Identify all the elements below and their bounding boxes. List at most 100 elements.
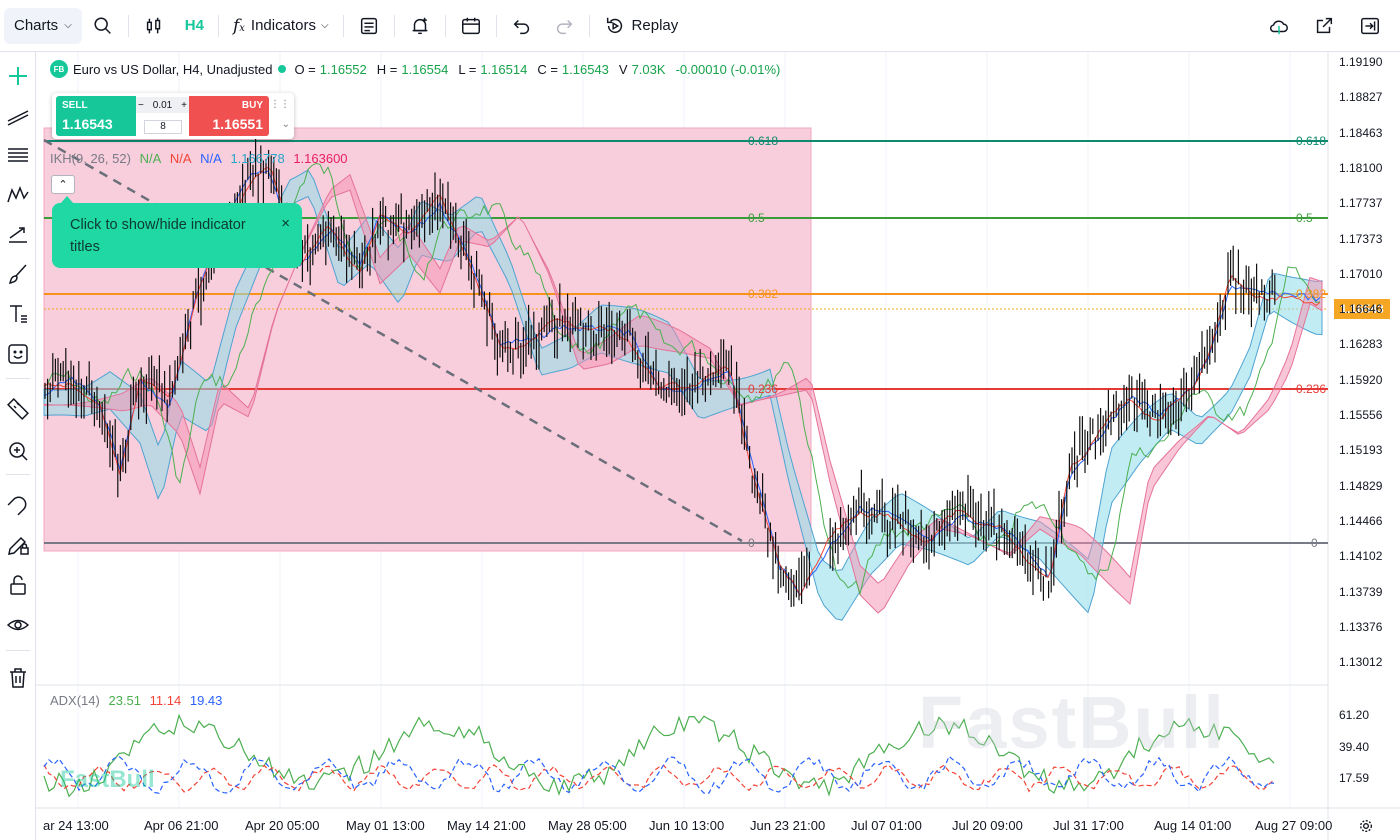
- price-axis-label: 1.14102: [1339, 549, 1383, 564]
- search-button[interactable]: [82, 8, 124, 44]
- indicators-label: Indicators: [250, 17, 316, 34]
- pattern-tool[interactable]: [4, 180, 32, 208]
- time-axis-label: Jun 10 13:00: [649, 818, 725, 833]
- price-axis-label: 1.18463: [1339, 125, 1383, 140]
- adx-legend[interactable]: ADX(14) 23.51 11.14 19.43: [50, 693, 227, 708]
- charts-menu-button[interactable]: Charts ⌵: [4, 7, 82, 44]
- delete-tool[interactable]: [4, 664, 32, 692]
- pattern-icon: [7, 185, 29, 203]
- tooltip-close-icon[interactable]: ×: [281, 215, 290, 232]
- high-value: 1.16554: [401, 61, 449, 77]
- fib-level-label-right: 0.236: [1296, 382, 1327, 396]
- replay-label: Replay: [631, 17, 679, 34]
- price-axis-label: 1.13012: [1339, 655, 1383, 670]
- calendar-button[interactable]: [450, 8, 492, 44]
- chevron-down-icon[interactable]: ⌄: [282, 119, 290, 130]
- time-axis-label: Aug 27 09:00: [1255, 818, 1333, 833]
- chevron-down-icon: ⌵: [320, 20, 329, 31]
- exit-fullscreen-button[interactable]: [1352, 8, 1388, 44]
- ichimoku-legend[interactable]: IKH(9, 26, 52) N/A N/A N/A 1.166778 1.16…: [50, 151, 353, 166]
- emoji-tool[interactable]: [4, 340, 32, 368]
- low-value: 1.16514: [480, 61, 528, 77]
- drawing-toolbar: [0, 52, 36, 840]
- lot-stepper: − 0.01 +: [136, 97, 189, 113]
- fib-tool[interactable]: [4, 141, 32, 169]
- zoom-tool[interactable]: [4, 437, 32, 465]
- symbol-title[interactable]: Euro vs US Dollar, H4, Unadjusted: [73, 62, 272, 77]
- redo-button[interactable]: [543, 8, 585, 44]
- brush-icon: [8, 264, 27, 285]
- divider: [444, 14, 446, 37]
- price-axis-label: 1.17737: [1339, 196, 1383, 211]
- sell-button[interactable]: SELL 1.16543: [56, 96, 136, 136]
- top-toolbar: Charts ⌵ H4 fx Indicators ⌵ Replay: [0, 0, 1400, 52]
- buy-button[interactable]: BUY 1.16551: [189, 96, 269, 136]
- divider: [342, 14, 344, 37]
- decrease-button[interactable]: −: [138, 100, 144, 111]
- adx-value: 23.51: [108, 693, 142, 708]
- adx-name: ADX(14): [50, 693, 100, 708]
- change-value: -0.00010 (-0.01%): [675, 61, 781, 77]
- templates-button[interactable]: [348, 8, 390, 44]
- indicator-titles-tooltip: Click to show/hide indicator titles ×: [52, 196, 302, 268]
- di-plus-value: 19.43: [189, 693, 223, 708]
- text-tool[interactable]: [4, 300, 32, 328]
- cloud-save-button[interactable]: [1261, 8, 1297, 44]
- replay-icon: [606, 17, 622, 33]
- lock-drawings-tool[interactable]: [4, 531, 32, 559]
- fib-level-label-right: 0.618: [1296, 134, 1327, 148]
- fib-level-label: 0.618: [748, 134, 779, 148]
- collapse-indicators-button[interactable]: ⌃: [51, 175, 75, 194]
- ichimoku-value-1: N/A: [139, 151, 162, 166]
- undo-icon: [513, 19, 529, 34]
- crosshair-tool[interactable]: [4, 62, 32, 90]
- volume-key: V: [618, 61, 628, 77]
- adx-axis-label: 61.20: [1339, 708, 1370, 722]
- template-icon: [360, 17, 377, 34]
- adx-axis-label: 39.40: [1339, 740, 1370, 754]
- drag-handle-icon[interactable]: ⋮⋮: [270, 99, 290, 110]
- divider: [217, 14, 219, 37]
- lock-icon: [10, 575, 26, 595]
- di-minus-line: [43, 764, 1275, 793]
- ruler-tool[interactable]: [4, 395, 32, 423]
- ruler-icon: [7, 398, 29, 420]
- smiley-icon: [8, 344, 28, 364]
- ichimoku-value-4: 1.166778: [230, 151, 285, 166]
- alert-button[interactable]: [399, 8, 441, 44]
- close-value: 1.16543: [561, 61, 609, 77]
- chart-type-button[interactable]: [133, 8, 175, 44]
- price-axis-label: 1.17373: [1339, 231, 1383, 246]
- market-status-dot: [278, 65, 287, 73]
- replay-button[interactable]: Replay: [594, 8, 689, 44]
- increase-button[interactable]: +: [181, 100, 187, 111]
- chevron-up-icon: ⌃: [58, 179, 68, 191]
- alarm-plus-icon: [412, 17, 427, 34]
- lot-step-value: 0.01: [152, 99, 173, 111]
- buy-price: 1.16551: [212, 116, 263, 132]
- ichimoku-value-3: N/A: [200, 151, 222, 166]
- visibility-tool[interactable]: [4, 611, 32, 639]
- divider: [6, 650, 30, 651]
- projection-tool[interactable]: [4, 220, 32, 248]
- high-key: H =: [376, 61, 398, 77]
- price-axis-label: 1.13376: [1339, 619, 1383, 634]
- chart-settings-button[interactable]: [1358, 818, 1376, 836]
- price-axis-label: 1.15920: [1339, 372, 1383, 387]
- indicators-button[interactable]: fx Indicators ⌵: [223, 8, 339, 44]
- fib-level-label: 0: [748, 536, 755, 550]
- price-axis-label: 1.13739: [1339, 584, 1383, 599]
- eye-icon: [6, 619, 30, 631]
- magnet-tool[interactable]: [4, 491, 32, 519]
- brush-tool[interactable]: [4, 260, 32, 288]
- price-axis-label: 1.16646: [1339, 302, 1383, 317]
- price-axis-label: 1.18100: [1339, 160, 1383, 175]
- undo-button[interactable]: [501, 8, 543, 44]
- pencil-lock-icon: [8, 536, 29, 555]
- trend-line-tool[interactable]: [4, 102, 32, 130]
- lots-input[interactable]: 8: [144, 120, 182, 134]
- divider: [127, 14, 129, 37]
- lock-tool[interactable]: [4, 571, 32, 599]
- timeframe-button[interactable]: H4: [175, 8, 214, 44]
- share-button[interactable]: [1306, 8, 1342, 44]
